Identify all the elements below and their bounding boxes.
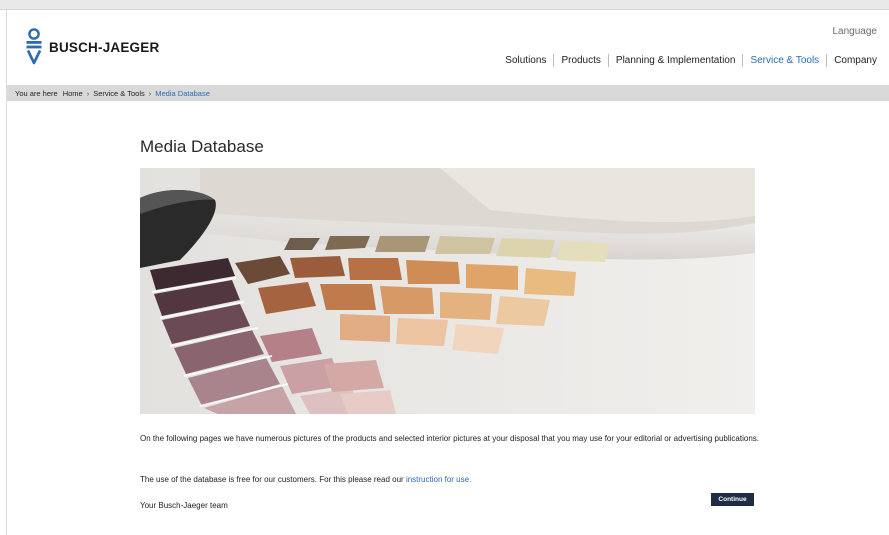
nav-service-tools[interactable]: Service & Tools [743, 55, 826, 67]
nav-products[interactable]: Products [554, 55, 607, 67]
breadcrumb-home[interactable]: Home [58, 89, 83, 98]
continue-button[interactable]: Continue [711, 493, 754, 506]
signoff-text: Your Busch-Jaeger team [140, 501, 228, 510]
nav-company[interactable]: Company [827, 55, 877, 67]
window-left-edge [0, 10, 7, 535]
main-navigation: Solutions Products Planning & Implementa… [498, 54, 877, 67]
breadcrumb: You are here Home › Service & Tools › Me… [7, 85, 889, 101]
chevron-right-icon: › [148, 88, 152, 98]
page-title: Media Database [140, 137, 264, 156]
usage-text: The use of the database is free for our … [140, 475, 404, 484]
nav-solutions[interactable]: Solutions [498, 55, 553, 67]
hero-image-color-swatches [140, 168, 755, 414]
brand-name: BUSCH-JAEGER [49, 39, 160, 55]
brand-logo[interactable]: BUSCH-JAEGER [26, 27, 159, 67]
busch-jaeger-logo-icon [26, 28, 42, 65]
breadcrumb-prefix: You are here [15, 88, 58, 98]
chevron-right-icon: › [86, 88, 90, 98]
breadcrumb-current: Media Database [155, 88, 210, 98]
usage-paragraph: The use of the database is free for our … [140, 473, 770, 487]
intro-paragraph: On the following pages we have numerous … [140, 434, 760, 443]
nav-planning-implementation[interactable]: Planning & Implementation [609, 55, 743, 67]
hero-illustration [140, 168, 755, 414]
breadcrumb-service-tools[interactable]: Service & Tools [93, 89, 145, 98]
window-top-edge [0, 0, 889, 10]
language-link[interactable]: Language [833, 26, 878, 37]
instruction-for-use-link[interactable]: instruction for use. [406, 475, 471, 484]
